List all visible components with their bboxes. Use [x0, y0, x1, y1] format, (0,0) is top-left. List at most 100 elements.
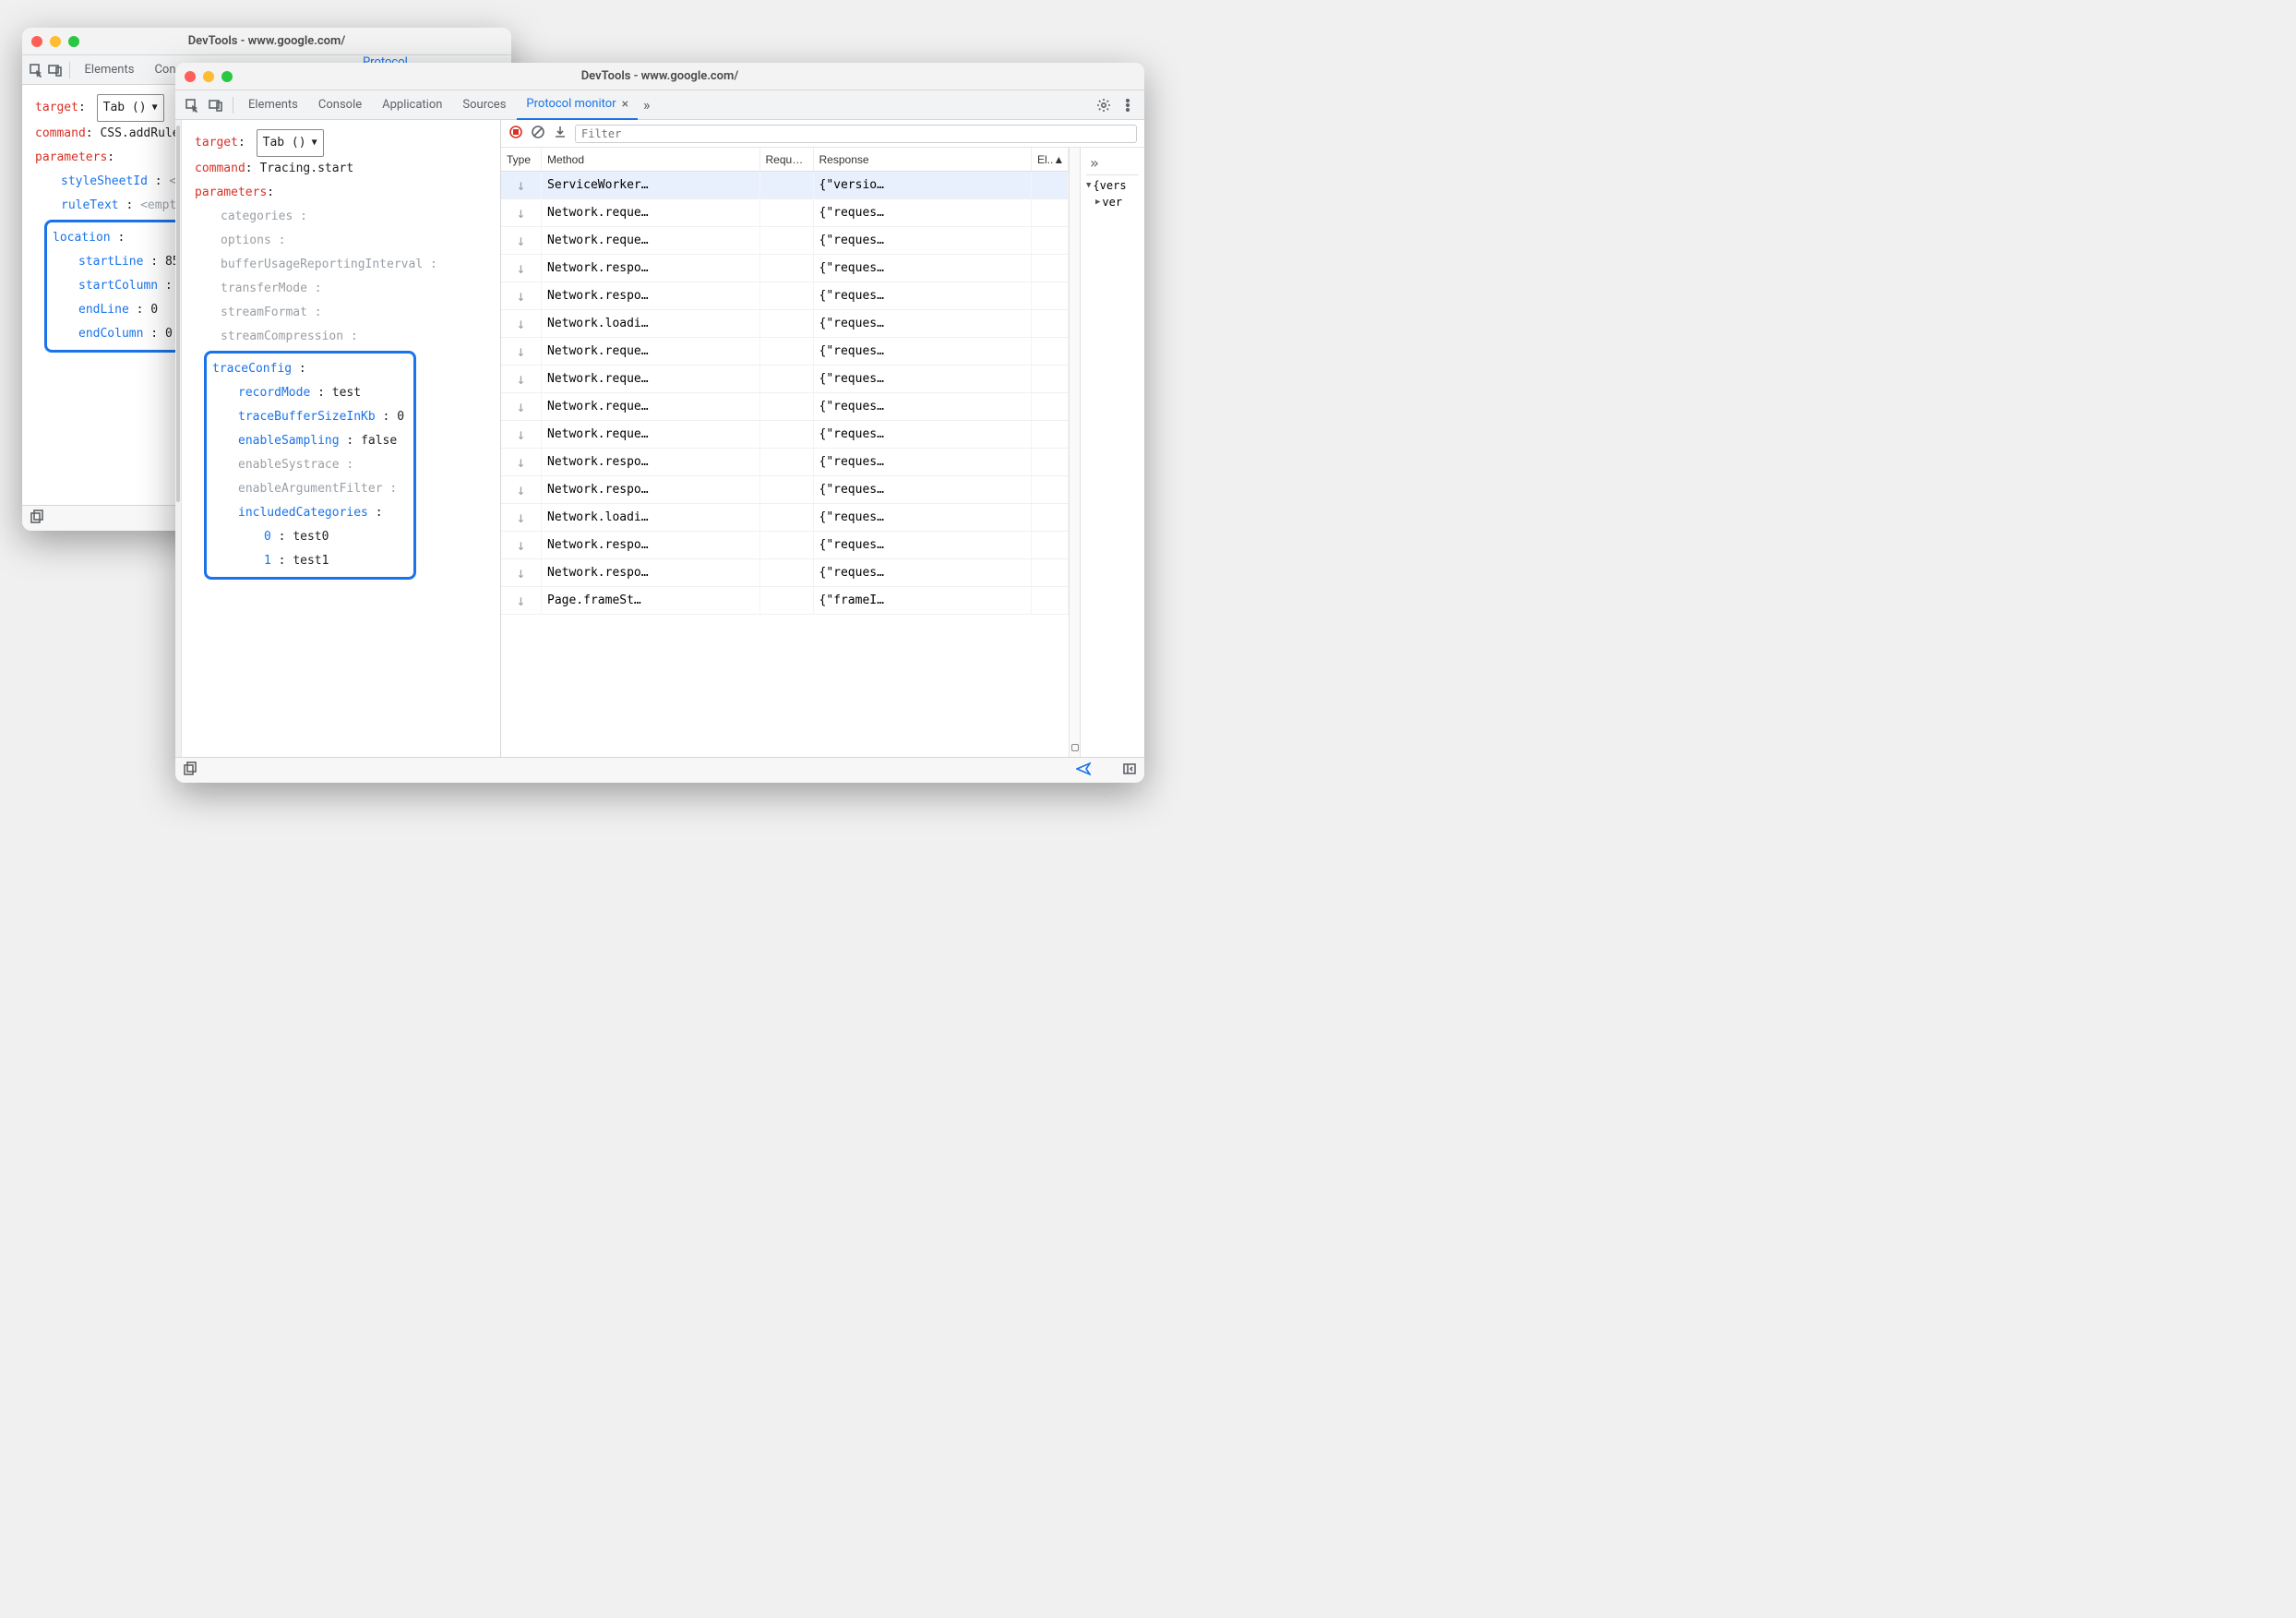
tab-protocol-monitor[interactable]: Protocol monitor× — [517, 90, 638, 120]
arrow-down-icon: ↓ — [501, 421, 542, 448]
table-row[interactable]: ↓ServiceWorker…{"versio… — [501, 172, 1069, 199]
table-row[interactable]: ↓Network.respo… {"reques… — [501, 476, 1069, 504]
close-icon[interactable] — [31, 36, 42, 47]
cell-response: {"reques… — [814, 532, 1033, 558]
scrollbar[interactable] — [1069, 148, 1080, 757]
cell-response: {"reques… — [814, 310, 1033, 337]
param-traceconfig[interactable]: traceConfig — [212, 362, 292, 376]
target-select[interactable]: Tab ()▼ — [257, 129, 324, 157]
table-row[interactable]: ↓Network.respo…{"reques… — [501, 449, 1069, 476]
download-icon[interactable] — [553, 125, 568, 143]
param-location[interactable]: location — [53, 231, 111, 245]
arrow-down-icon: ↓ — [501, 504, 542, 531]
minimize-icon[interactable] — [203, 71, 214, 82]
param-stylesheetid[interactable]: styleSheetId — [61, 174, 148, 188]
gear-icon[interactable] — [1093, 94, 1115, 116]
table-row[interactable]: ↓Network.respo…{"reques… — [501, 559, 1069, 587]
table-row[interactable]: ↓Network.reque…{"reques… — [501, 421, 1069, 449]
param-bufferusage[interactable]: bufferUsageReportingInterval — [221, 258, 423, 271]
toggle-side-panel-icon[interactable] — [1122, 761, 1137, 780]
col-response[interactable]: Response — [814, 148, 1033, 171]
param-streamcompression[interactable]: streamCompression — [221, 330, 343, 343]
inspect-icon[interactable] — [181, 94, 203, 116]
command-value[interactable]: CSS.addRule — [100, 126, 179, 140]
col-request[interactable]: Requ… — [760, 148, 814, 171]
cell-elapsed — [1032, 255, 1069, 282]
param-includedcategories[interactable]: includedCategories — [238, 506, 368, 520]
param-categories[interactable]: categories — [221, 210, 293, 223]
tab-sources[interactable]: Sources — [453, 90, 515, 120]
table-row[interactable]: ↓Network.respo…{"reques… — [501, 282, 1069, 310]
table-header[interactable]: Type Method Requ… Response El..▲ — [501, 148, 1069, 172]
param-enablesampling[interactable]: enableSampling — [238, 434, 340, 448]
cell-method: Network.reque… — [542, 199, 760, 226]
close-tab-icon[interactable]: × — [622, 97, 628, 112]
window-title: DevTools - www.google.com/ — [22, 34, 511, 48]
cell-elapsed — [1032, 282, 1069, 309]
more-tabs-icon[interactable]: » — [640, 96, 654, 114]
copy-icon[interactable] — [183, 761, 197, 780]
col-type[interactable]: Type — [501, 148, 542, 171]
tree-row[interactable]: ▶ver — [1086, 196, 1139, 209]
scroll-track[interactable] — [175, 120, 182, 757]
param-tracebuffersize[interactable]: traceBufferSizeInKb — [238, 410, 376, 424]
zoom-icon[interactable] — [221, 71, 233, 82]
table-row[interactable]: ↓Network.loadi…{"reques… — [501, 504, 1069, 532]
cell-response: {"reques… — [814, 476, 1033, 503]
param-endcolumn[interactable]: endColumn — [78, 327, 143, 341]
table-row[interactable]: ↓Network.reque…{"reques… — [501, 393, 1069, 421]
titlebar[interactable]: DevTools - www.google.com/ — [175, 63, 1144, 90]
param-recordmode[interactable]: recordMode — [238, 386, 310, 400]
titlebar[interactable]: DevTools - www.google.com/ — [22, 28, 511, 55]
target-select[interactable]: Tab ()▼ — [97, 94, 164, 122]
cell-request — [760, 476, 814, 503]
close-icon[interactable] — [185, 71, 196, 82]
tab-elements[interactable]: Elements — [239, 90, 307, 120]
filter-input[interactable] — [575, 125, 1137, 143]
tab-elements[interactable]: Elements — [76, 55, 144, 85]
cell-response: {"reques… — [814, 199, 1033, 226]
cell-response: {"reques… — [814, 449, 1033, 475]
idx-1[interactable]: 1 — [264, 554, 271, 568]
col-elapsed[interactable]: El..▲ — [1032, 148, 1069, 171]
param-options[interactable]: options — [221, 234, 271, 247]
table-row[interactable]: ↓Page.frameSt…{"frameI… — [501, 587, 1069, 615]
table-row[interactable]: ↓Network.respo…{"reques… — [501, 532, 1069, 559]
more-headers-icon[interactable]: » — [1086, 154, 1103, 172]
param-startline[interactable]: startLine — [78, 255, 143, 269]
kebab-menu-icon[interactable] — [1117, 94, 1139, 116]
table-row[interactable]: ↓Network.reque…{"reques… — [501, 227, 1069, 255]
table-row[interactable]: ↓Network.reque…{"reques… — [501, 366, 1069, 393]
idx-0[interactable]: 0 — [264, 530, 271, 544]
tab-application[interactable]: Application — [373, 90, 451, 120]
send-icon[interactable] — [1076, 761, 1091, 780]
table-row[interactable]: ↓Network.reque…{"reques… — [501, 338, 1069, 366]
zoom-icon[interactable] — [68, 36, 79, 47]
param-endline[interactable]: endLine — [78, 303, 129, 317]
param-enableargfilter[interactable]: enableArgumentFilter — [238, 482, 383, 496]
record-icon[interactable] — [508, 125, 523, 143]
inspect-icon[interactable] — [28, 59, 44, 81]
cell-method: Network.respo… — [542, 476, 760, 503]
log-table[interactable]: Type Method Requ… Response El..▲ ↓Servic… — [501, 148, 1069, 757]
col-method[interactable]: Method — [542, 148, 760, 171]
cell-request — [760, 559, 814, 586]
tree-row[interactable]: ▼{vers — [1086, 179, 1139, 192]
param-ruletext[interactable]: ruleText — [61, 198, 119, 212]
clear-icon[interactable] — [531, 125, 545, 143]
command-value[interactable]: Tracing.start — [259, 162, 353, 175]
detail-side-panel: » ▼{vers ▶ver — [1080, 148, 1144, 757]
param-transfermode[interactable]: transferMode — [221, 282, 307, 295]
tab-console[interactable]: Console — [309, 90, 371, 120]
table-row[interactable]: ↓Network.reque…{"reques… — [501, 199, 1069, 227]
param-startcolumn[interactable]: startColumn — [78, 279, 158, 293]
table-row[interactable]: ↓Network.loadi…{"reques… — [501, 310, 1069, 338]
copy-icon[interactable] — [30, 509, 44, 528]
minimize-icon[interactable] — [50, 36, 61, 47]
device-toggle-icon[interactable] — [205, 94, 227, 116]
device-toggle-icon[interactable] — [46, 59, 63, 81]
param-streamformat[interactable]: streamFormat — [221, 306, 307, 319]
param-enablesystrace[interactable]: enableSystrace — [238, 458, 340, 472]
table-row[interactable]: ↓Network.respo…{"reques… — [501, 255, 1069, 282]
arrow-down-icon: ↓ — [501, 476, 542, 503]
